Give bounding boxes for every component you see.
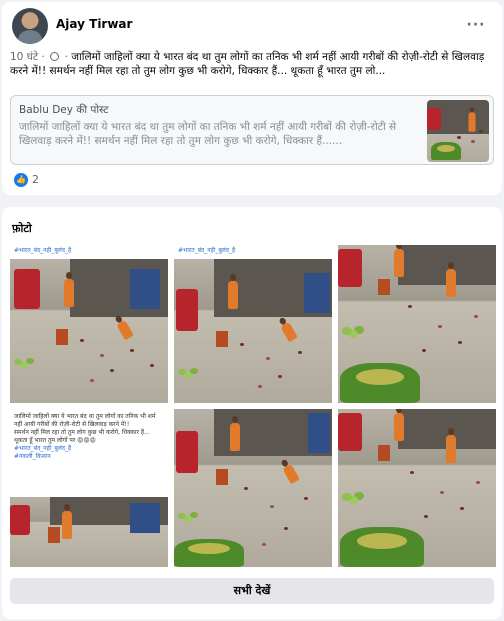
separator-2: · — [61, 51, 72, 63]
post-body: जालिमों जाहिलों क्या ये भारत बंद था तुम … — [10, 51, 485, 77]
post-card: Ajay Tirwar ··· 10 घंटे · · जालिमों जाहि… — [2, 2, 502, 195]
shared-post-author[interactable]: Bablu Dey की पोस्ट — [19, 103, 109, 117]
photo-thumbnail[interactable]: #भारत_बंद_नही_बुलंद_है — [10, 245, 168, 403]
photo-thumbnail[interactable] — [174, 409, 332, 567]
shared-post-text: जालिमों जाहिलों क्या ये भारत बंद था तुम … — [19, 121, 397, 147]
photo-thumbnail[interactable] — [338, 409, 496, 567]
photo-caption-tag: #भारत_बंद_नही_बुलंद_है — [178, 247, 236, 254]
photo-thumbnail[interactable]: जालिमों जाहिलों क्या ये भारत बंद था तुम … — [10, 409, 168, 567]
photo-caption: #भारत_बंद_नही_बुलंद_है — [174, 245, 332, 259]
photos-title: फ़ोटो — [12, 222, 32, 235]
more-horizontal-icon: ··· — [466, 17, 486, 33]
photo-caption: #भारत_बंद_नही_बुलंद_है — [10, 245, 168, 259]
post-text: 10 घंटे · · जालिमों जाहिलों क्या ये भारत… — [10, 50, 494, 78]
photo-caption-line: समर्थन नहीं मिल रहा तो तुम लोग कुछ भी कर… — [14, 429, 150, 436]
avatar[interactable] — [12, 8, 48, 44]
shared-post-preview[interactable]: Bablu Dey की पोस्ट जालिमों जाहिलों क्या … — [10, 95, 494, 165]
author-name[interactable]: Ajay Tirwar — [56, 17, 132, 31]
photo-caption-tag: #नकली_किसान — [14, 453, 51, 460]
more-options-button[interactable]: ··· — [462, 12, 490, 40]
post-time[interactable]: 10 घंटे — [10, 51, 38, 63]
separator: · — [38, 51, 49, 63]
photo-thumbnail[interactable]: #भारत_बंद_नही_बुलंद_है — [174, 245, 332, 403]
reaction-count: 2 — [32, 173, 39, 186]
photo-caption-line: जालिमों जाहिलों क्या ये भारत बंद था तुम … — [14, 413, 156, 428]
see-all-button[interactable]: सभी देखें — [10, 578, 494, 604]
shared-post-thumbnail[interactable] — [427, 100, 489, 162]
photo-caption-tag: #भारत_बंद_नही_बुलंद_है — [14, 247, 72, 254]
photos-card: फ़ोटो #भारत_बंद_नही_बुलंद_है #भारत_बंद_न… — [2, 207, 502, 619]
globe-icon — [50, 52, 60, 61]
like-icon: 👍 — [14, 173, 28, 187]
post-header: Ajay Tirwar ··· — [10, 6, 494, 46]
photo-caption: जालिमों जाहिलों क्या ये भारत बंद था तुम … — [10, 409, 168, 497]
photo-caption-line: थूकता हूँ भारत तुम लोगों पर 😡😡😡 — [14, 437, 96, 444]
photo-caption-tag: #भारत_बंद_नही_बुलंद_है — [14, 445, 72, 452]
photo-thumbnail[interactable] — [338, 245, 496, 403]
